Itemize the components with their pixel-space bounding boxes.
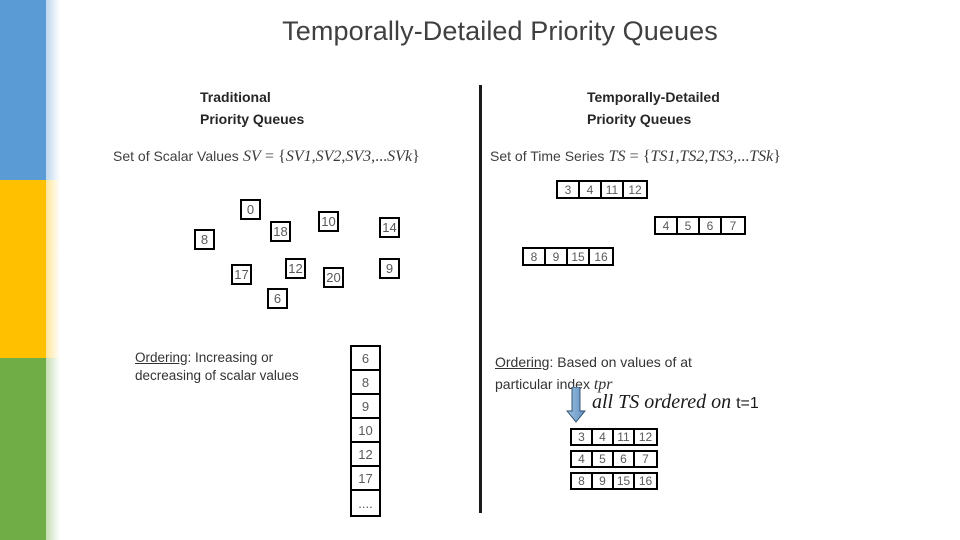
ordered-stack-cell: 8 <box>352 371 379 395</box>
right-ordering-label: Ordering <box>495 354 550 370</box>
time-series-cell: 4 <box>572 452 593 466</box>
right-formula-label: Set of Time Series <box>490 148 605 164</box>
decor-band-green <box>0 358 60 540</box>
time-series-cell: 5 <box>593 452 614 466</box>
ordered-stack-cell: 10 <box>352 419 379 443</box>
time-series-cell: 4 <box>593 430 614 444</box>
right-formula-term-1: TS <box>650 148 668 165</box>
right-formula-close-brace: } <box>773 148 781 165</box>
scalar-value-box: 6 <box>267 288 288 309</box>
unsorted-time-series-row: 4567 <box>654 216 746 235</box>
arrow-annotation-italic: all TS ordered on <box>592 391 737 413</box>
left-formula-term-2: SV <box>315 148 334 165</box>
ordered-scalar-stack: 6 8 9 10 12 17.... <box>350 345 381 517</box>
scalar-value-box: 20 <box>323 267 344 288</box>
decor-band-yellow <box>0 180 60 358</box>
scalar-value-box: 18 <box>270 221 291 242</box>
time-series-cell: 15 <box>614 474 635 488</box>
time-series-cell: 6 <box>614 452 635 466</box>
sorted-time-series-row: 3 4 11 12 <box>570 428 658 446</box>
time-series-cell: 4 <box>580 182 602 197</box>
time-series-cell: 8 <box>572 474 593 488</box>
unsorted-time-series-row: 3 4 11 12 <box>556 180 648 199</box>
time-series-cell: 16 <box>635 474 656 488</box>
right-formula-ellipsis: ... <box>737 148 750 165</box>
left-formula-label: Set of Scalar Values <box>113 148 239 164</box>
time-series-cell: 11 <box>602 182 624 197</box>
down-arrow-icon <box>566 387 586 423</box>
decor-band-fade-yellow <box>46 180 60 358</box>
page-title: Temporally-Detailed Priority Queues <box>282 16 718 46</box>
left-formula-symbol: SV <box>242 148 261 165</box>
right-ordering-caption: Ordering: Based on values of at particul… <box>495 329 775 396</box>
right-formula-term-2: TS <box>679 148 697 165</box>
left-formula-last-sub: k <box>404 148 413 165</box>
left-formula-ellipsis: ... <box>375 148 388 165</box>
time-series-cell: 16 <box>590 249 612 264</box>
right-column-heading: Temporally-Detailed Priority Queues <box>587 89 720 127</box>
time-series-cell: 3 <box>558 182 580 197</box>
left-formula-last-term: SV <box>387 148 405 165</box>
time-series-cell: 12 <box>635 430 656 444</box>
time-series-cell: 4 <box>656 218 678 233</box>
time-series-cell: 11 <box>614 430 635 444</box>
right-formula-equals: = <box>629 148 639 165</box>
left-formula-sub-3: 3 <box>363 148 372 165</box>
sorted-time-series-row: 4567 <box>570 450 658 468</box>
time-series-cell: 12 <box>624 182 646 197</box>
scalar-value-box: 17 <box>231 264 252 285</box>
decor-band-fade-green <box>46 358 60 540</box>
right-formula: Set of Time Series TS = {TS1,TS2,TS3,...… <box>490 148 781 166</box>
time-series-cell: 7 <box>635 452 656 466</box>
right-formula-last-term: TS <box>749 148 767 165</box>
time-series-cell: 7 <box>722 218 744 233</box>
time-series-cell: 5 <box>678 218 700 233</box>
time-series-cell: 9 <box>593 474 614 488</box>
column-divider <box>479 85 482 513</box>
left-formula-close-brace: } <box>412 148 420 165</box>
left-formula-equals: = <box>264 148 274 165</box>
sorted-time-series-row: 8 9 15 16 <box>570 472 658 490</box>
left-formula-term-3: SV <box>345 148 364 165</box>
right-formula-symbol: TS <box>608 148 626 165</box>
right-formula-open-brace: { <box>642 148 651 165</box>
time-series-cell: 8 <box>524 249 546 264</box>
ordered-stack-cell: 9 <box>352 395 379 419</box>
right-formula-term-3: TS <box>708 148 726 165</box>
time-series-cell: 15 <box>568 249 590 264</box>
left-column-heading: Traditional Priority Queues <box>200 89 305 127</box>
left-ordering-label: Ordering <box>135 350 188 365</box>
left-formula-sub-1: 1 <box>303 148 312 165</box>
ordered-stack-cell: 12 <box>352 443 379 467</box>
arrow-annotation: all TS ordered on t=1 <box>592 391 759 414</box>
scalar-value-box: 10 <box>318 211 339 232</box>
scalar-value-box: 9 <box>379 258 400 279</box>
left-formula-term-1: SV <box>285 148 304 165</box>
scalar-value-box: 12 <box>285 258 306 279</box>
ordered-stack-cell: 17 <box>352 467 379 491</box>
scalar-value-box: 8 <box>194 229 215 250</box>
time-series-cell: 3 <box>572 430 593 444</box>
time-series-cell: 6 <box>700 218 722 233</box>
scalar-value-box: 0 <box>240 199 261 220</box>
left-formula: Set of Scalar Values SV = {SV1,SV2,SV3,.… <box>113 148 420 166</box>
unsorted-time-series-row: 8 9 15 16 <box>522 247 614 266</box>
time-series-cell: 9 <box>546 249 568 264</box>
left-ordering-caption: Ordering: Increasing or decreasing of sc… <box>135 331 365 385</box>
left-formula-open-brace: { <box>278 148 286 165</box>
ordered-stack-cell: 6 <box>352 347 379 371</box>
slide-canvas: Temporally-Detailed Priority Queues Trad… <box>0 0 960 540</box>
arrow-annotation-equation: t=1 <box>736 395 759 412</box>
ordered-stack-cell: .... <box>358 495 373 511</box>
scalar-value-box: 14 <box>379 217 400 238</box>
